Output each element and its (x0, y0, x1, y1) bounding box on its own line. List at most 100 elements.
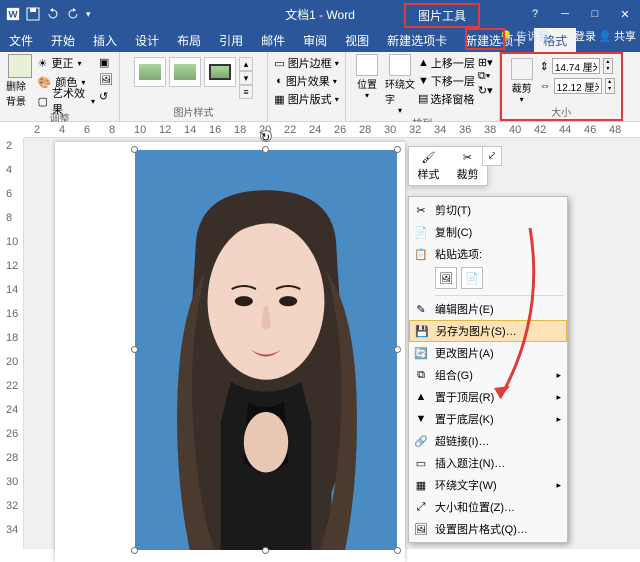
palette-icon: 🎨 (38, 76, 52, 89)
tab-layout[interactable]: 布局 (168, 28, 210, 52)
group-ctx-icon: ⧉ (413, 367, 429, 383)
tab-insert[interactable]: 插入 (84, 28, 126, 52)
picture-border-button[interactable]: ▭图片边框▾ (274, 54, 338, 72)
ctx-hyperlink[interactable]: 🔗超链接(I)… (409, 430, 567, 452)
rotate-icon[interactable]: ↻▾ (478, 84, 493, 97)
style-thumb-1[interactable] (134, 57, 166, 87)
wrap-icon (389, 54, 411, 76)
style-thumb-2[interactable] (169, 57, 201, 87)
ctx-change-picture[interactable]: 🔄更改图片(A) (409, 342, 567, 364)
height-spinner[interactable]: ▴▾ (603, 58, 613, 74)
share-button[interactable]: 👤共享 (598, 28, 636, 44)
wrap-text-button[interactable]: 环绕文字▾ (385, 54, 415, 115)
corrections-button[interactable]: ☀更正▾ (38, 54, 95, 72)
reset-pic-icon[interactable]: ↺ (99, 90, 113, 103)
rotate-handle[interactable]: ↻ (260, 130, 272, 142)
portrait-image[interactable] (135, 150, 397, 550)
help-icon[interactable]: ? (520, 0, 550, 28)
remove-bg-icon (8, 54, 32, 78)
float-style-button[interactable]: 🖌样式 (409, 147, 448, 185)
portrait-svg (135, 150, 397, 550)
position-button[interactable]: 位置▾ (352, 54, 382, 115)
tab-mailings[interactable]: 邮件 (252, 28, 294, 52)
paste-icon: 📋 (413, 246, 429, 262)
brightness-icon: ☀ (38, 57, 48, 70)
selection-pane-button[interactable]: ▤选择窗格 (418, 90, 475, 107)
style-gallery-more[interactable]: ▴▾≡ (239, 57, 253, 99)
ctx-wrap-text[interactable]: ▦环绕文字(W)▸ (409, 474, 567, 496)
width-input[interactable] (554, 78, 602, 94)
bring-fwd-icon: ▲ (418, 57, 429, 69)
crop-icon (511, 58, 533, 80)
ctx-format-picture[interactable]: 🖼设置图片格式(Q)… (409, 518, 567, 540)
ctx-edit-picture[interactable]: ✎编辑图片(E) (409, 298, 567, 320)
window-close[interactable]: ✕ (610, 0, 640, 28)
group-icon[interactable]: ⧉▾ (478, 70, 493, 83)
login-button[interactable]: 登录 (574, 28, 596, 44)
window-minimize[interactable]: ─ (550, 0, 580, 28)
copy-icon: 📄 (413, 224, 429, 240)
tab-view[interactable]: 视图 (336, 28, 378, 52)
selected-image[interactable]: ↻ (135, 150, 397, 550)
group-label-size: 大小 (551, 104, 571, 119)
window-maximize[interactable]: □ (580, 0, 610, 28)
position-icon (356, 54, 378, 76)
ctx-send-back[interactable]: ▼置于底层(K)▸ (409, 408, 567, 430)
tab-newtab1[interactable]: 新建选项卡 (378, 28, 456, 52)
ctx-group[interactable]: ⧉组合(G)▸ (409, 364, 567, 386)
compress-icon[interactable]: ▣ (99, 56, 113, 69)
tab-file[interactable]: 文件 (0, 28, 42, 52)
contextual-tab-picture-tools[interactable]: 图片工具 (404, 3, 480, 28)
crop-small-icon: ✂ (463, 151, 472, 164)
tab-references[interactable]: 引用 (210, 28, 252, 52)
group-label-styles: 图片样式 (174, 104, 214, 119)
wrap-ctx-icon: ▦ (413, 477, 429, 493)
border-icon: ▭ (274, 57, 284, 70)
tab-design[interactable]: 设计 (126, 28, 168, 52)
picture-effects-button[interactable]: ◐图片效果▾ (276, 72, 337, 90)
artistic-effects-button[interactable]: ▢艺术效果▾ (38, 92, 95, 110)
send-backward-button[interactable]: ▼下移一层 (418, 72, 475, 89)
size-icon: ⤢ (413, 499, 429, 515)
height-icon: ⇕ (540, 60, 549, 73)
ribbon: 删除背景 ☀更正▾ 🎨颜色▾ ▢艺术效果▾ ▣ 🖼 ↺ 调整 ▴▾≡ 图片样式 … (0, 52, 640, 122)
save-pic-icon: 💾 (414, 323, 430, 339)
fx-icon: ▢ (38, 95, 48, 108)
layout-options-button[interactable]: ⤦ (482, 146, 502, 166)
ctx-cut[interactable]: ✂剪切(T) (409, 199, 567, 221)
ctx-size-position[interactable]: ⤢大小和位置(Z)… (409, 496, 567, 518)
ctx-bring-front[interactable]: ▲置于顶层(R)▸ (409, 386, 567, 408)
group-picture-options: ▭图片边框▾ ◐图片效果▾ ▦图片版式▾ (268, 52, 346, 121)
tell-me[interactable]: 💡告诉我… (499, 28, 560, 44)
tab-review[interactable]: 审阅 (294, 28, 336, 52)
group-arrange: 位置▾ 环绕文字▾ ▲上移一层 ▼下移一层 ▤选择窗格 ⊞▾ ⧉▾ ↻▾ 排列 (346, 52, 500, 121)
crop-button[interactable]: 裁剪▾ (508, 58, 536, 104)
remove-background-button[interactable]: 删除背景 (6, 54, 34, 110)
caption-icon: ▭ (413, 455, 429, 471)
paste-option-1[interactable]: 🖼 (435, 267, 457, 289)
context-menu: ✂剪切(T) 📄复制(C) 📋粘贴选项: 🖼 📄 ✎编辑图片(E) 💾另存为图片… (408, 196, 568, 543)
back-icon: ▼ (413, 411, 429, 427)
align-icon[interactable]: ⊞▾ (478, 56, 493, 69)
width-spinner[interactable]: ▴▾ (605, 78, 615, 94)
layout-icon: ▦ (274, 93, 284, 106)
style-thumb-3[interactable] (204, 57, 236, 87)
ctx-copy[interactable]: 📄复制(C) (409, 221, 567, 243)
width-icon: ⇔ (540, 80, 551, 92)
bring-forward-button[interactable]: ▲上移一层 (418, 54, 475, 71)
link-icon: 🔗 (413, 433, 429, 449)
height-input[interactable] (552, 58, 600, 74)
group-adjust: 删除背景 ☀更正▾ 🎨颜色▾ ▢艺术效果▾ ▣ 🖼 ↺ 调整 (0, 52, 120, 121)
change-pic-icon[interactable]: 🖼 (99, 73, 113, 86)
group-size: 裁剪▾ ⇕ ▴▾ ⇔ ▴▾ 大小 (500, 52, 623, 121)
ctx-insert-caption[interactable]: ▭插入题注(N)… (409, 452, 567, 474)
ctx-save-as-picture[interactable]: 💾另存为图片(S)… (409, 320, 567, 342)
picture-layout-button[interactable]: ▦图片版式▾ (274, 90, 338, 108)
ctx-paste-options-label: 📋粘贴选项: (409, 243, 567, 265)
tab-home[interactable]: 开始 (42, 28, 84, 52)
cut-icon: ✂ (413, 202, 429, 218)
format-icon: 🖼 (413, 521, 429, 537)
paste-option-2[interactable]: 📄 (461, 267, 483, 289)
ruler-vertical: 246810121416182022242628303234 (0, 138, 24, 549)
send-back-icon: ▼ (418, 75, 429, 87)
